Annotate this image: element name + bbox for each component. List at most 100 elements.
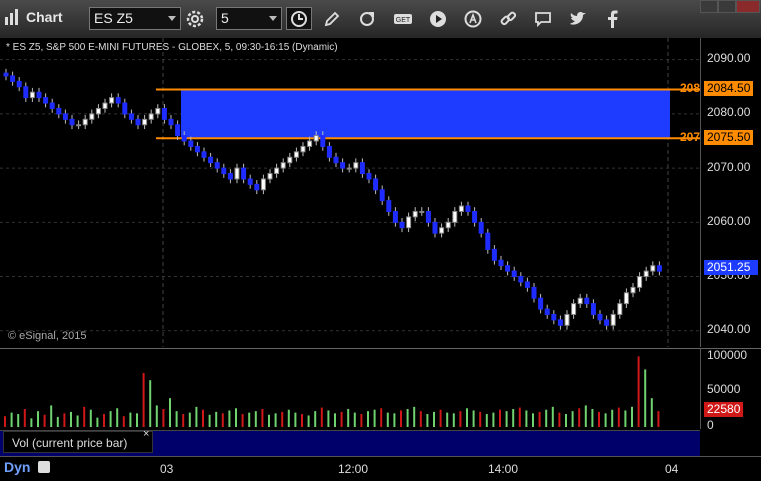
dynamic-mode-label[interactable]: Dyn bbox=[4, 459, 30, 475]
volume-bar bbox=[254, 411, 257, 427]
volume-bar bbox=[208, 414, 211, 427]
time-tick: 03 bbox=[160, 462, 174, 476]
candle bbox=[161, 107, 167, 120]
candle bbox=[571, 303, 577, 315]
volume-bar bbox=[551, 406, 554, 427]
volume-bar bbox=[221, 413, 224, 427]
settings-gear-icon[interactable] bbox=[184, 8, 206, 30]
last-volume-tag: 22580 bbox=[704, 402, 744, 417]
volume-bar bbox=[538, 411, 541, 427]
a-circle-icon[interactable] bbox=[462, 8, 484, 30]
candle bbox=[10, 75, 16, 82]
volume-bar bbox=[565, 414, 567, 427]
time-tick: 14:00 bbox=[488, 462, 519, 476]
zone-lower-price-tag: 2075.50 bbox=[704, 130, 754, 145]
lock-icon[interactable] bbox=[38, 461, 50, 473]
volume-bar bbox=[109, 411, 112, 427]
chevron-down-icon[interactable] bbox=[168, 16, 176, 21]
twitter-icon[interactable] bbox=[567, 8, 589, 30]
price-chart[interactable]: * ES Z5, S&P 500 E-MINI FUTURES - GLOBEX… bbox=[0, 38, 700, 347]
facebook-icon[interactable] bbox=[601, 8, 623, 30]
volume-bar bbox=[195, 406, 198, 427]
time-axis[interactable]: Dyn 03 12:00 14:00 04 bbox=[0, 456, 761, 481]
price-tick: 2040.00 bbox=[707, 322, 751, 336]
volume-bar bbox=[188, 412, 191, 427]
volume-bar bbox=[419, 411, 422, 427]
candle bbox=[544, 308, 550, 315]
candle bbox=[485, 232, 491, 250]
maximize-button[interactable] bbox=[718, 0, 736, 13]
volume-bar bbox=[373, 409, 376, 427]
chart-header: * ES Z5, S&P 500 E-MINI FUTURES - GLOBEX… bbox=[6, 42, 338, 53]
candle bbox=[406, 216, 412, 229]
candle bbox=[194, 145, 200, 153]
candle bbox=[399, 221, 405, 229]
volume-bar bbox=[499, 409, 501, 427]
candle bbox=[650, 265, 656, 272]
price-tick: 2060.00 bbox=[707, 214, 751, 228]
volume-bar bbox=[228, 410, 231, 427]
candle bbox=[610, 313, 616, 326]
volume-bar bbox=[525, 410, 528, 427]
candle bbox=[439, 227, 445, 234]
close-button[interactable] bbox=[736, 0, 760, 13]
price-tick: 2070.00 bbox=[707, 160, 751, 174]
volume-study-label[interactable]: Vol (current price bar) bbox=[3, 431, 153, 453]
candle bbox=[386, 200, 392, 212]
refresh-icon[interactable] bbox=[356, 8, 378, 30]
volume-bar bbox=[386, 412, 389, 427]
candle bbox=[333, 156, 339, 164]
volume-bar bbox=[631, 406, 633, 427]
volume-bar bbox=[23, 409, 26, 427]
candle bbox=[122, 102, 128, 115]
symbol-input[interactable]: ES Z5 bbox=[89, 7, 181, 30]
candle bbox=[617, 303, 623, 315]
volume-tick: 50000 bbox=[707, 382, 741, 396]
candle bbox=[538, 297, 544, 310]
volume-bar bbox=[281, 411, 284, 427]
candle bbox=[62, 113, 68, 120]
close-study-icon[interactable]: × bbox=[143, 428, 149, 440]
symbol-value: ES Z5 bbox=[94, 10, 133, 26]
volume-chart[interactable] bbox=[0, 348, 700, 429]
last-price-tag: 2051.25 bbox=[704, 260, 758, 275]
play-icon[interactable] bbox=[427, 8, 449, 30]
volume-bar bbox=[532, 413, 534, 427]
clock-icon[interactable] bbox=[286, 7, 312, 30]
volume-bar bbox=[439, 409, 442, 427]
volume-bar bbox=[637, 356, 640, 427]
volume-bar bbox=[294, 412, 297, 427]
volume-bar bbox=[611, 409, 614, 427]
candle bbox=[102, 102, 108, 109]
get-icon[interactable]: GET bbox=[392, 8, 414, 30]
candle bbox=[82, 118, 88, 126]
volume-bar bbox=[353, 412, 356, 427]
volume-chart-svg bbox=[4, 356, 660, 427]
volume-bar bbox=[472, 410, 475, 427]
volume-bar bbox=[413, 406, 416, 427]
interval-input[interactable]: 5 bbox=[216, 7, 282, 30]
minimize-button[interactable] bbox=[700, 0, 718, 13]
candle bbox=[373, 178, 379, 191]
volume-bar bbox=[446, 412, 449, 427]
candle bbox=[168, 118, 174, 126]
volume-bar bbox=[393, 413, 396, 427]
volume-bar bbox=[10, 412, 13, 427]
volume-bar bbox=[485, 414, 488, 427]
volume-bar bbox=[334, 413, 336, 427]
candle bbox=[584, 297, 590, 305]
volume-bar bbox=[70, 411, 72, 427]
volume-bar bbox=[301, 414, 303, 427]
candle bbox=[557, 319, 563, 326]
price-zone bbox=[181, 89, 670, 139]
volume-bar bbox=[175, 411, 178, 427]
link-icon[interactable] bbox=[497, 8, 519, 30]
candle bbox=[491, 248, 497, 261]
candle bbox=[109, 97, 115, 104]
candle bbox=[69, 118, 75, 126]
volume-bar bbox=[558, 412, 561, 427]
comment-icon[interactable] bbox=[532, 8, 554, 30]
pencil-icon[interactable] bbox=[321, 8, 343, 30]
volume-bar bbox=[320, 407, 323, 427]
chevron-down-icon[interactable] bbox=[269, 16, 277, 21]
